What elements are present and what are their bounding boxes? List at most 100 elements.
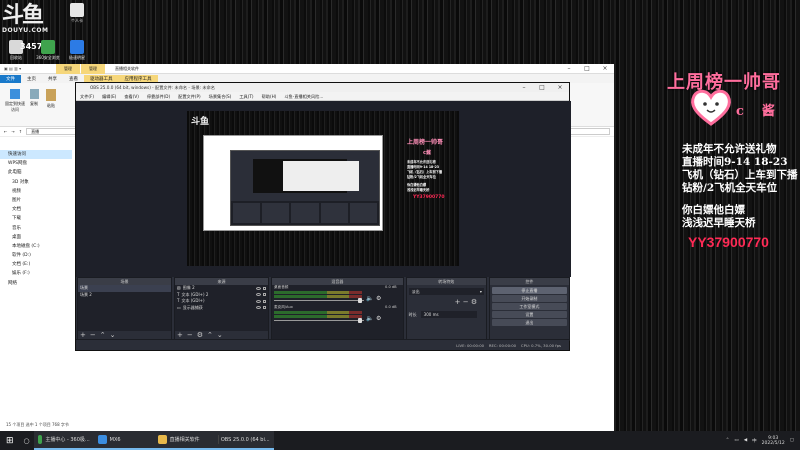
scenes-header: 场景 (78, 278, 172, 285)
forward-icon[interactable]: → (11, 129, 14, 134)
menu-view[interactable]: 查看(V) (124, 92, 139, 100)
preview-nested-obs (230, 150, 380, 226)
menu-help[interactable]: 帮助(H) (262, 92, 277, 100)
remove-icon[interactable]: − (463, 298, 469, 306)
desktop-icon-file[interactable]: 个人卡 (62, 3, 92, 24)
search-icon: ○ (23, 436, 30, 445)
minimize-icon[interactable]: – (560, 64, 578, 74)
menu-scene-collection[interactable]: 场景集合(S) (209, 92, 232, 100)
nav-item[interactable]: 软件 (D:) (0, 251, 72, 260)
overlay-line: 钻粉/2飞机全天车位 (682, 182, 778, 194)
nav-item[interactable]: 网络 (0, 279, 72, 288)
menu-docks[interactable]: 停靠部件(D) (147, 92, 170, 100)
volume-icon[interactable]: ◀ (744, 438, 747, 443)
source-item[interactable]: ▭ 显示器捕获 (175, 305, 268, 312)
lock-icon[interactable] (263, 293, 267, 297)
duration-input[interactable]: 300 ms (420, 311, 477, 318)
nav-item[interactable]: 此电脑 (0, 168, 72, 177)
nav-item[interactable]: 桌面 (0, 233, 72, 242)
eye-icon[interactable] (256, 299, 262, 303)
menu-tools[interactable]: 工具(T) (239, 92, 253, 100)
notification-icon[interactable]: ▢ (790, 438, 794, 443)
menu-douyu[interactable]: 斗鱼-直播相关风险... (284, 92, 323, 100)
sources-dock: 来源 ▧ 图像 2 T 文本 (GDI+) 2 T 文本 (GDI+) ▭ 显示器捕获 … (174, 277, 270, 341)
copy-button[interactable]: 复制 (28, 89, 40, 107)
taskbar-item[interactable]: 主播中心 - 360极... (33, 431, 94, 450)
nav-item[interactable]: 下载 (0, 214, 72, 223)
lock-icon[interactable] (263, 306, 267, 310)
preview-logo: 斗鱼 (191, 117, 210, 127)
exit-button[interactable]: 退出 (491, 319, 567, 326)
tab-share[interactable]: 共享 (42, 75, 63, 83)
nav-item[interactable]: 文档 (E:) (0, 260, 72, 269)
transitions-dock: 转场特效 淡出 ▾ + − ⚙ 时长 300 ms (405, 277, 487, 341)
overlay-line: 浅浅迟早睡天桥 (682, 217, 756, 229)
add-icon[interactable]: + (455, 298, 461, 306)
volume-slider[interactable] (274, 300, 365, 301)
maximize-icon[interactable]: □ (578, 64, 596, 74)
taskbar-item[interactable]: 直播相关软件 (153, 431, 214, 450)
nav-item[interactable]: 音乐 (0, 224, 72, 233)
nav-item[interactable]: 3D 对象 (0, 178, 72, 187)
back-icon[interactable]: ← (4, 129, 7, 134)
obs-preview[interactable]: 斗鱼 上周榜一帅哥 c酱 未成年不允许送礼物 直播时间9-14 18-23 飞机… (76, 101, 571, 277)
lock-icon[interactable] (263, 299, 267, 303)
desktop-icon-360browser[interactable]: 360安全浏览 (33, 40, 63, 61)
nav-item[interactable]: 娱乐 (F:) (0, 269, 72, 278)
search-button[interactable]: ○ (20, 431, 34, 450)
ribbon-context-tab[interactable]: 管理 (81, 63, 105, 74)
lock-icon[interactable] (263, 286, 267, 290)
desktop-icon-app[interactable]: 极速明星 (62, 40, 92, 61)
eye-icon[interactable] (256, 306, 262, 310)
app-icon (97, 435, 107, 444)
nav-item[interactable]: 本地磁盘 (C:) (0, 242, 72, 251)
maximize-icon[interactable]: □ (533, 83, 551, 93)
menu-file[interactable]: 文件(F) (80, 92, 94, 100)
transition-select[interactable]: 淡出 ▾ (408, 288, 484, 295)
eye-icon[interactable] (256, 293, 262, 297)
gear-icon[interactable]: ⚙ (376, 315, 381, 322)
nav-item[interactable]: 图片 (0, 196, 72, 205)
start-recording-button[interactable]: 开始录制 (491, 295, 567, 302)
gear-icon[interactable]: ⚙ (471, 298, 477, 306)
close-icon[interactable]: × (596, 64, 614, 74)
menu-edit[interactable]: 编辑(E) (102, 92, 116, 100)
up-icon[interactable]: ↑ (19, 129, 22, 134)
nav-item[interactable]: 文档 (0, 205, 72, 214)
menu-profile[interactable]: 配置文件(P) (178, 92, 201, 100)
gear-icon[interactable]: ⚙ (376, 295, 381, 302)
quick-access-toolbar[interactable]: ▣ ▤ ▥ ▾ (0, 66, 56, 71)
tab-file[interactable]: 文件 (0, 75, 21, 83)
browser-icon (41, 40, 55, 54)
eye-icon[interactable] (256, 286, 262, 290)
nav-item[interactable]: 视频 (0, 187, 72, 196)
taskbar-item[interactable]: MX6 (93, 431, 154, 450)
mixer-track: 麦克风/Aux 0.0 dB 🔈 ⚙ (272, 305, 403, 325)
volume-knob[interactable] (358, 318, 363, 323)
nav-item[interactable]: WPS网盘 (0, 159, 72, 168)
pin-button[interactable]: 固定到快速访问 (4, 89, 26, 113)
ribbon-context-tab[interactable]: 管理 (56, 63, 80, 74)
speaker-icon[interactable]: 🔈 (366, 315, 373, 322)
clock[interactable]: 9:03 2022/5/12 (762, 436, 785, 446)
tab-home[interactable]: 主页 (21, 75, 42, 83)
mixer-body: 桌面音频 0.0 dB 🔈 ⚙ 麦克风/Aux 0.0 dB 🔈 ⚙ (272, 285, 403, 340)
network-icon[interactable]: ▭ (734, 438, 738, 443)
stop-streaming-button[interactable]: 停止直播 (491, 287, 567, 294)
settings-button[interactable]: 设置 (491, 311, 567, 318)
nav-item[interactable]: 快速访问 (0, 150, 72, 160)
minimize-icon[interactable]: – (515, 83, 533, 93)
explorer-titlebar: ▣ ▤ ▥ ▾ 管理 管理 直播相关软件 – □ × (0, 63, 614, 74)
speaker-icon[interactable]: 🔈 (366, 295, 373, 302)
preview-overlay-name: c酱 (423, 150, 431, 156)
studio-mode-button[interactable]: 工作室模式 (491, 303, 567, 310)
ime-icon[interactable]: 中 (752, 438, 757, 444)
volume-knob[interactable] (358, 298, 363, 303)
chevron-up-icon[interactable]: ⌃ (726, 438, 730, 443)
start-button[interactable]: ⊞ (0, 431, 20, 450)
volume-slider[interactable] (274, 320, 365, 321)
taskbar-item[interactable]: OBS 25.0.0 (64 bi... (213, 431, 274, 450)
close-icon[interactable]: × (551, 83, 569, 93)
scene-item[interactable]: 场景 2 (78, 292, 171, 299)
paste-button[interactable]: 粘贴 (44, 89, 58, 109)
